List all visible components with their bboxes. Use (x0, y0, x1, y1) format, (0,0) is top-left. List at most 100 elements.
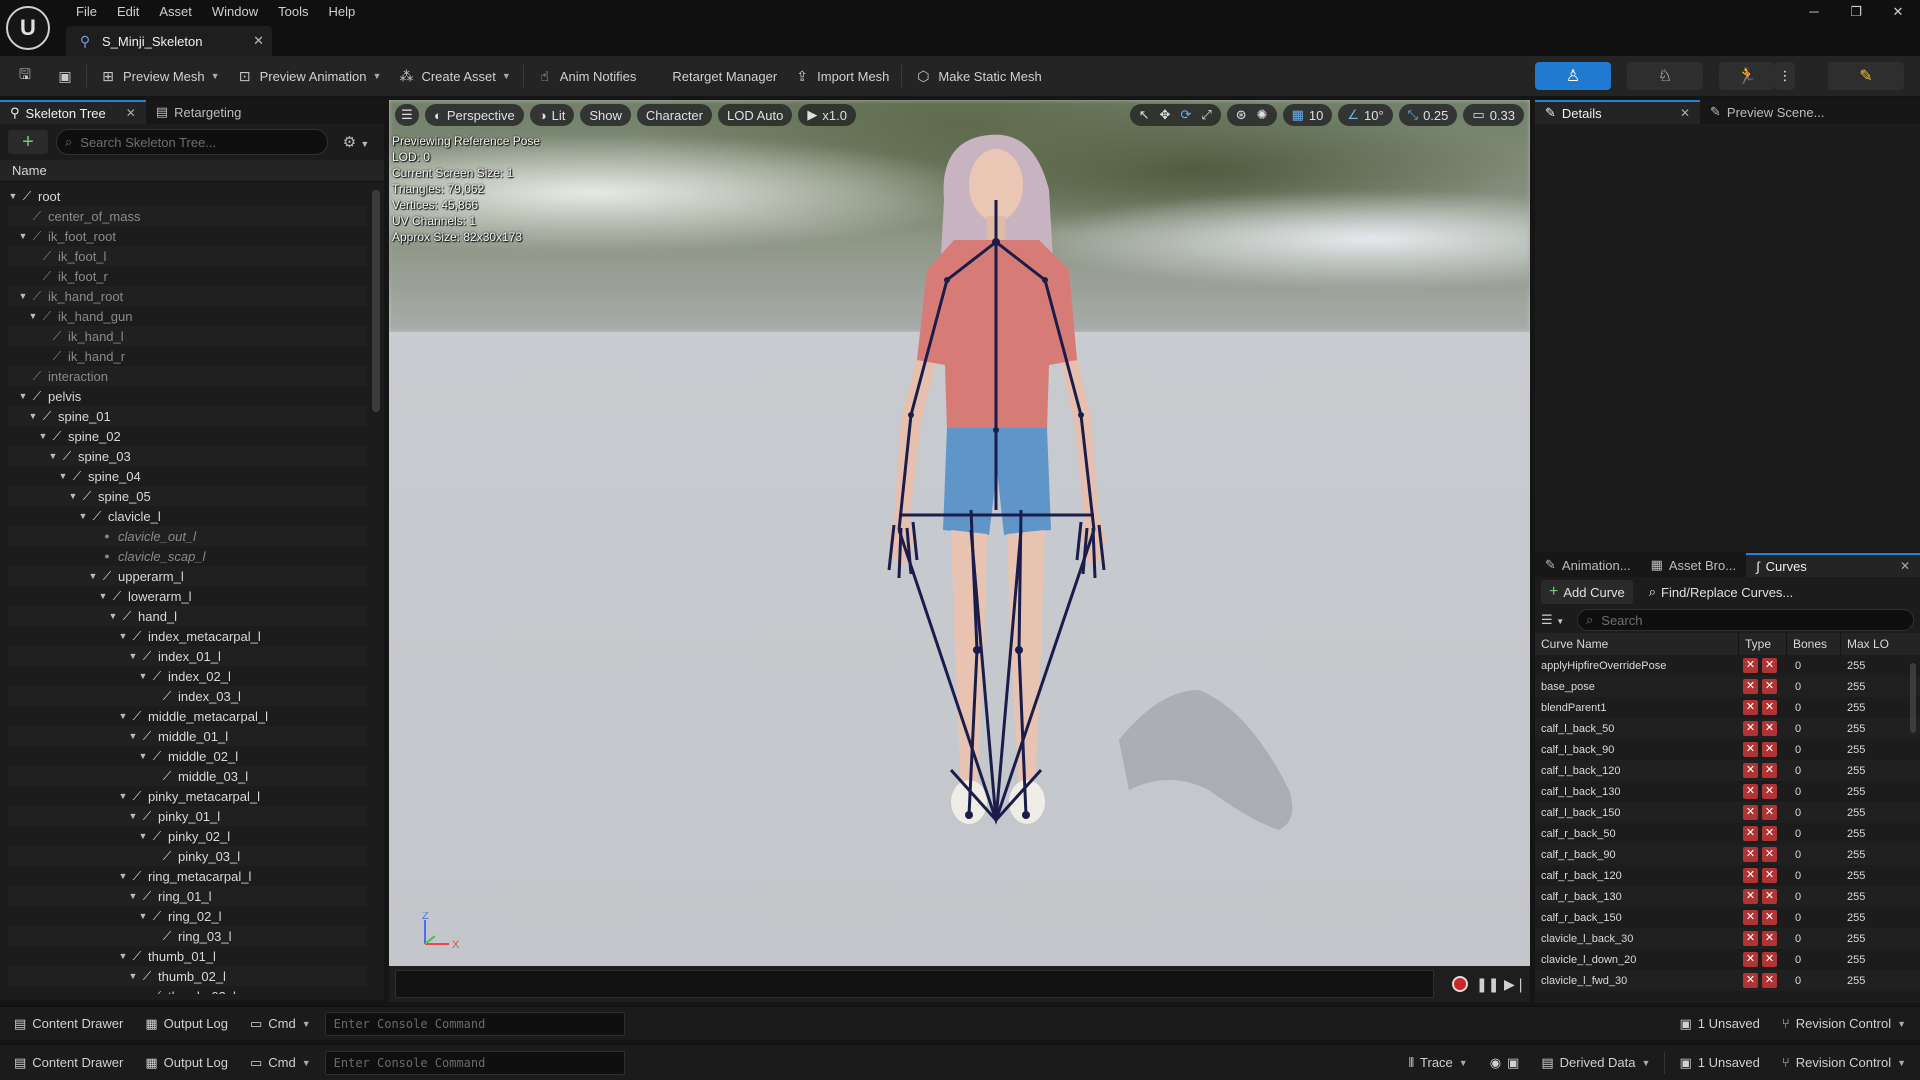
material-icon[interactable]: ✕ (1762, 679, 1777, 694)
morph-target-icon[interactable]: ✕ (1743, 931, 1758, 946)
skeleton-search-input[interactable]: ⌕ Search Skeleton Tree... (56, 129, 328, 155)
expand-arrow-icon[interactable]: ▼ (78, 511, 88, 521)
morph-target-icon[interactable]: ✕ (1743, 784, 1758, 799)
tree-row-clavicle-scap-l[interactable]: ● clavicle_scap_l (8, 546, 366, 566)
tree-row-thumb-02-l[interactable]: ▼ ⟋ thumb_02_l (8, 966, 366, 986)
animation-mode-button[interactable]: 🏃 (1719, 62, 1775, 90)
morph-target-icon[interactable]: ✕ (1743, 826, 1758, 841)
step-forward-button[interactable]: ▶❘ (1504, 976, 1527, 993)
add-curve-button[interactable]: + Add Curve (1541, 580, 1633, 604)
physics-mode-button[interactable]: ✎ (1828, 62, 1904, 90)
pause-button[interactable]: ❚❚ (1476, 976, 1499, 993)
tab-skeleton-tree[interactable]: ⚲ Skeleton Tree ✕ (0, 100, 146, 124)
unsaved-button[interactable]: ▣ 1 Unsaved (1671, 1051, 1767, 1075)
expand-arrow-icon[interactable]: ▼ (28, 311, 38, 321)
material-icon[interactable]: ✕ (1762, 805, 1777, 820)
morph-target-icon[interactable]: ✕ (1743, 910, 1758, 925)
material-icon[interactable]: ✕ (1762, 658, 1777, 673)
tree-row-ring-02-l[interactable]: ▼ ⟋ ring_02_l (8, 906, 366, 926)
curve-row[interactable]: calf_l_back_90 ✕ ✕ 0 255 (1535, 739, 1920, 760)
material-icon[interactable]: ✕ (1762, 847, 1777, 862)
close-icon[interactable]: ✕ (1680, 106, 1690, 120)
derived-data-button[interactable]: ▤ Derived Data ▼ (1533, 1051, 1658, 1075)
curves-scrollbar[interactable] (1910, 663, 1916, 733)
cmd-dropdown[interactable]: ▭ Cmd ▼ (242, 1051, 319, 1075)
tree-row-spine-03[interactable]: ▼ ⟋ spine_03 (8, 446, 366, 466)
tree-row-ring-metacarpal-l[interactable]: ▼ ⟋ ring_metacarpal_l (8, 866, 366, 886)
expand-arrow-icon[interactable]: ▼ (138, 831, 148, 841)
find-replace-button[interactable]: ⌕ Find/Replace Curves... (1641, 580, 1802, 604)
more-modes-button[interactable]: ⋮ (1775, 62, 1795, 90)
material-icon[interactable]: ✕ (1762, 742, 1777, 757)
revision-control-button[interactable]: ⑂ Revision Control ▼ (1774, 1051, 1914, 1075)
trace-button[interactable]: ⫴ Trace ▼ (1401, 1051, 1476, 1075)
expand-arrow-icon[interactable]: ▼ (88, 571, 98, 581)
col-type[interactable]: Type (1739, 633, 1787, 655)
curve-row[interactable]: calf_r_back_150 ✕ ✕ 0 255 (1535, 907, 1920, 928)
tree-row-middle-03-l[interactable]: ⟋ middle_03_l (8, 766, 366, 786)
tree-row-ik-foot-l[interactable]: ⟋ ik_foot_l (8, 246, 366, 266)
expand-arrow-icon[interactable]: ▼ (8, 191, 18, 201)
expand-arrow-icon[interactable]: ▼ (118, 631, 128, 641)
expand-arrow-icon[interactable]: ▼ (138, 671, 148, 681)
expand-arrow-icon[interactable]: ▼ (18, 231, 28, 241)
tree-row-spine-05[interactable]: ▼ ⟋ spine_05 (8, 486, 366, 506)
expand-arrow-icon[interactable]: ▼ (28, 411, 38, 421)
material-icon[interactable]: ✕ (1762, 721, 1777, 736)
expand-arrow-icon[interactable]: ▼ (128, 651, 138, 661)
material-icon[interactable]: ✕ (1762, 952, 1777, 967)
unreal-logo-icon[interactable]: U (6, 6, 50, 50)
tree-row-spine-04[interactable]: ▼ ⟋ spine_04 (8, 466, 366, 486)
expand-arrow-icon[interactable]: ▼ (38, 431, 48, 441)
morph-target-icon[interactable]: ✕ (1743, 952, 1758, 967)
tree-row-ring-01-l[interactable]: ▼ ⟋ ring_01_l (8, 886, 366, 906)
curve-row[interactable]: calf_r_back_130 ✕ ✕ 0 255 (1535, 886, 1920, 907)
cmd-dropdown[interactable]: ▭ Cmd ▼ (242, 1012, 319, 1036)
curve-row[interactable]: calf_l_back_50 ✕ ✕ 0 255 (1535, 718, 1920, 739)
morph-target-icon[interactable]: ✕ (1743, 889, 1758, 904)
expand-arrow-icon[interactable]: ▼ (138, 751, 148, 761)
morph-target-icon[interactable]: ✕ (1743, 847, 1758, 862)
tab-preview-scene[interactable]: ✎ Preview Scene... (1700, 100, 1834, 124)
curve-row[interactable]: calf_r_back_90 ✕ ✕ 0 255 (1535, 844, 1920, 865)
perspective-button[interactable]: ◐ Perspective (425, 104, 524, 126)
close-icon[interactable]: ✕ (126, 106, 136, 120)
tree-row-upperarm-l[interactable]: ▼ ⟋ upperarm_l (8, 566, 366, 586)
surface-snap-icon[interactable]: ✺ (1257, 107, 1268, 123)
content-drawer-button[interactable]: ▤ Content Drawer (6, 1012, 131, 1036)
col-bones[interactable]: Bones (1787, 633, 1841, 655)
curve-row[interactable]: base_pose ✕ ✕ 0 255 (1535, 676, 1920, 697)
col-curve-name[interactable]: Curve Name (1535, 633, 1739, 655)
skeleton-mode-button[interactable]: ♙ (1535, 62, 1611, 90)
unsaved-button[interactable]: ▣ 1 Unsaved (1671, 1012, 1767, 1036)
close-window-icon[interactable]: ✕ (1880, 2, 1916, 22)
filter-icon[interactable]: ☰ ▼ (1541, 612, 1571, 628)
tab-animation[interactable]: ✎ Animation... (1535, 553, 1641, 577)
morph-target-icon[interactable]: ✕ (1743, 973, 1758, 988)
tree-row-pinky-metacarpal-l[interactable]: ▼ ⟋ pinky_metacarpal_l (8, 786, 366, 806)
menu-edit[interactable]: Edit (107, 2, 149, 22)
material-icon[interactable]: ✕ (1762, 868, 1777, 883)
expand-arrow-icon[interactable]: ▼ (138, 911, 148, 921)
expand-arrow-icon[interactable]: ▼ (118, 951, 128, 961)
tree-row-hand-l[interactable]: ▼ ⟋ hand_l (8, 606, 366, 626)
menu-asset[interactable]: Asset (149, 2, 202, 22)
material-icon[interactable]: ✕ (1762, 700, 1777, 715)
rotate-icon[interactable]: ⟳ (1180, 107, 1191, 123)
expand-arrow-icon[interactable]: ▼ (118, 791, 128, 801)
preview-animation-button[interactable]: ⊡ Preview Animation ▼ (228, 61, 390, 91)
menu-tools[interactable]: Tools (268, 2, 318, 22)
lit-button[interactable]: ◑ Lit (529, 104, 575, 126)
camera-speed-button[interactable]: ▭ 0.33 (1463, 104, 1524, 126)
morph-target-icon[interactable]: ✕ (1743, 679, 1758, 694)
material-icon[interactable]: ✕ (1762, 931, 1777, 946)
character-button[interactable]: Character (636, 104, 712, 126)
material-icon[interactable]: ✕ (1762, 973, 1777, 988)
tab-retargeting[interactable]: ▤ Retargeting (146, 100, 252, 124)
tree-row-index-metacarpal-l[interactable]: ▼ ⟋ index_metacarpal_l (8, 626, 366, 646)
curve-row[interactable]: calf_l_back_120 ✕ ✕ 0 255 (1535, 760, 1920, 781)
curve-row[interactable]: calf_r_back_50 ✕ ✕ 0 255 (1535, 823, 1920, 844)
restore-icon[interactable]: ❐ (1838, 2, 1874, 22)
curve-row[interactable]: calf_l_back_130 ✕ ✕ 0 255 (1535, 781, 1920, 802)
record-button[interactable] (1452, 976, 1468, 992)
